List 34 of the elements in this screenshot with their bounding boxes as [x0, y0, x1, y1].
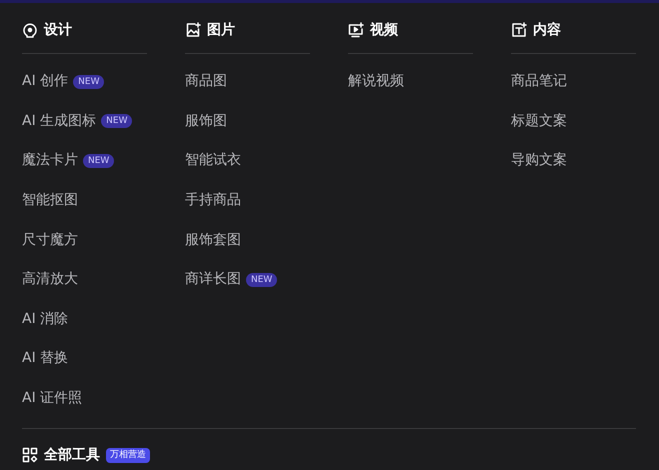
new-badge: NEW — [246, 272, 278, 287]
brand-badge: 万相营造 — [106, 448, 150, 463]
menu-item[interactable]: AI 消除 — [22, 308, 68, 330]
category-title: 视频 — [370, 20, 398, 40]
menu-item[interactable]: 智能抠图 — [22, 190, 78, 212]
new-badge: NEW — [101, 114, 132, 128]
new-badge: NEW — [73, 74, 104, 89]
new-badge: NEW — [83, 154, 114, 168]
menu-item[interactable]: 服饰图 — [185, 110, 227, 132]
menu-item[interactable]: 高清放大 — [22, 269, 78, 290]
menu-item[interactable]: AI 替换 — [22, 348, 68, 370]
menu-item[interactable]: 尺寸魔方 — [22, 230, 78, 251]
category-title: 图片 — [207, 20, 235, 40]
menu-item[interactable]: 商品图 — [185, 71, 227, 92]
grid-icon — [22, 447, 38, 464]
category-title: 内容 — [533, 20, 561, 40]
all-tools-link[interactable]: 全部工具 — [44, 444, 100, 466]
menu-item[interactable]: AI 证件照 — [22, 388, 82, 410]
menu-item[interactable]: 商品笔记 — [511, 71, 567, 92]
menu-item[interactable]: 手持商品 — [185, 190, 241, 212]
menu-item[interactable]: 服饰套图 — [185, 230, 241, 251]
image-icon — [185, 22, 201, 38]
menu-item[interactable]: 商详长图 — [185, 269, 241, 290]
menu-item[interactable]: 魔法卡片 — [22, 150, 78, 172]
video-icon — [348, 22, 364, 38]
text-icon — [511, 22, 527, 38]
menu-item[interactable]: 导购文案 — [511, 150, 567, 172]
menu-item[interactable]: 解说视频 — [348, 71, 404, 92]
menu-item[interactable]: 标题文案 — [511, 110, 567, 132]
category-title: 设计 — [44, 20, 72, 40]
menu-item[interactable]: AI 生成图标 — [22, 110, 96, 132]
menu-item[interactable]: AI 创作 — [22, 71, 68, 92]
menu-item[interactable]: 智能试衣 — [185, 150, 241, 172]
lightbulb-icon — [22, 22, 38, 38]
